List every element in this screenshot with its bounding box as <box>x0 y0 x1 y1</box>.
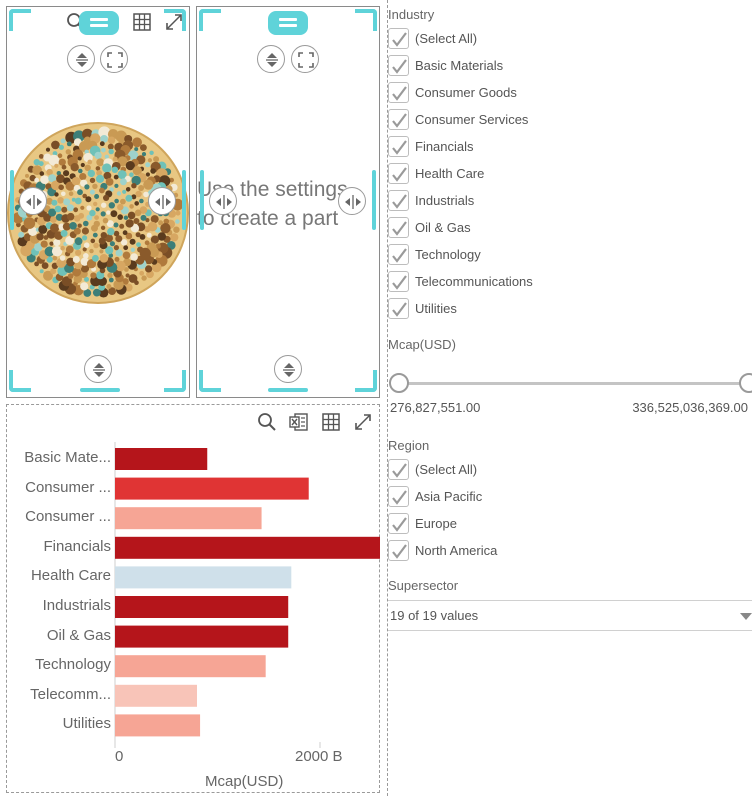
bar-8[interactable] <box>115 684 197 707</box>
checkmark-icon <box>392 301 407 317</box>
checkmark-icon <box>392 112 407 128</box>
checkbox-label: Utilities <box>415 300 457 316</box>
checkbox[interactable] <box>388 81 409 103</box>
x-tick-label-2000: 2000 B <box>295 748 343 765</box>
x-axis-title: Mcap(USD) <box>205 773 284 790</box>
bar-9[interactable] <box>115 714 201 737</box>
industry-option[interactable]: Utilities <box>388 297 457 319</box>
checkmark-icon <box>392 166 407 182</box>
industry-option[interactable]: Basic Materials <box>388 54 503 76</box>
checkbox-label: Consumer Services <box>415 111 529 127</box>
checkbox[interactable] <box>388 216 409 238</box>
bar-chart[interactable] <box>0 0 380 796</box>
checkbox[interactable] <box>388 458 409 480</box>
industry-option[interactable]: Financials <box>388 135 474 157</box>
checkmark-icon <box>392 489 407 505</box>
bar-5[interactable] <box>115 596 289 618</box>
mcap-slider-max-handle[interactable] <box>739 373 752 393</box>
checkbox[interactable] <box>388 189 409 211</box>
checkbox[interactable] <box>388 108 409 130</box>
checkbox-label: Oil & Gas <box>415 219 471 235</box>
mcap-slider-track <box>398 382 752 385</box>
checkmark-icon <box>392 85 407 101</box>
checkbox[interactable] <box>388 539 409 561</box>
region-option[interactable]: North America <box>388 539 497 561</box>
industry-option[interactable]: Technology <box>388 243 481 265</box>
industry-option[interactable]: Consumer Services <box>388 108 528 130</box>
bar-2[interactable] <box>115 507 262 530</box>
checkbox[interactable] <box>388 485 409 507</box>
bar-3[interactable] <box>115 536 380 559</box>
checkmark-icon <box>392 516 407 532</box>
bar-7[interactable] <box>115 655 266 678</box>
checkbox-label: Health Care <box>415 165 485 181</box>
industry-option[interactable]: (Select All) <box>388 27 477 49</box>
industry-option[interactable]: Industrials <box>388 189 474 211</box>
checkmark-icon <box>392 193 407 209</box>
industry-option[interactable]: Consumer Goods <box>388 81 517 103</box>
x-tick-label-0: 0 <box>115 748 124 765</box>
bar-0[interactable] <box>115 448 208 470</box>
bar-6[interactable] <box>115 625 289 648</box>
checkmark-icon <box>392 31 407 47</box>
checkbox-label: (Select All) <box>415 30 478 46</box>
region-option[interactable]: Europe <box>388 512 457 534</box>
supersector-filter-title: Supersector <box>388 578 459 593</box>
checkbox-label: Europe <box>415 515 457 531</box>
checkbox-label: Consumer Goods <box>415 84 517 100</box>
checkmark-icon <box>392 462 407 478</box>
checkbox-label: Telecommunications <box>415 273 533 289</box>
checkbox[interactable] <box>388 297 409 319</box>
checkmark-icon <box>392 139 407 155</box>
region-option[interactable]: (Select All) <box>388 458 477 480</box>
checkbox[interactable] <box>388 270 409 292</box>
supersector-selected: 19 of 19 values <box>390 608 479 623</box>
checkmark-icon <box>392 247 407 263</box>
chevron-down-icon <box>740 613 752 620</box>
industry-option[interactable]: Health Care <box>388 162 484 184</box>
checkmark-icon <box>392 274 407 290</box>
region-filter-title: Region <box>388 438 430 453</box>
bar-1[interactable] <box>115 477 309 500</box>
industry-option[interactable]: Oil & Gas <box>388 216 471 238</box>
mcap-slider[interactable] <box>398 380 752 386</box>
checkbox-label: Basic Materials <box>415 57 504 73</box>
supersector-dropdown[interactable]: 19 of 19 values <box>388 600 752 631</box>
checkbox[interactable] <box>388 243 409 265</box>
bar-4[interactable] <box>115 566 292 589</box>
checkbox[interactable] <box>388 135 409 157</box>
checkbox[interactable] <box>388 54 409 76</box>
mcap-max-value: 336,525,036,369.00 <box>632 400 748 415</box>
industry-option[interactable]: Telecommunications <box>388 270 533 292</box>
checkbox-label: (Select All) <box>415 461 478 477</box>
checkmark-icon <box>392 543 407 559</box>
mcap-filter-title: Mcap(USD) <box>388 337 456 352</box>
industry-filter-title: Industry <box>388 7 435 22</box>
checkbox-label: Financials <box>415 138 474 154</box>
checkbox-label: Technology <box>415 246 481 262</box>
checkbox[interactable] <box>388 512 409 534</box>
checkbox-label: Industrials <box>415 192 475 208</box>
region-option[interactable]: Asia Pacific <box>388 485 482 507</box>
mcap-min-value: 276,827,551.00 <box>390 400 481 415</box>
mcap-slider-min-handle[interactable] <box>389 373 409 393</box>
checkbox-label: North America <box>415 542 498 558</box>
checkbox[interactable] <box>388 162 409 184</box>
checkbox-label: Asia Pacific <box>415 488 483 504</box>
checkmark-icon <box>392 58 407 74</box>
checkbox[interactable] <box>388 27 409 49</box>
checkmark-icon <box>392 220 407 236</box>
